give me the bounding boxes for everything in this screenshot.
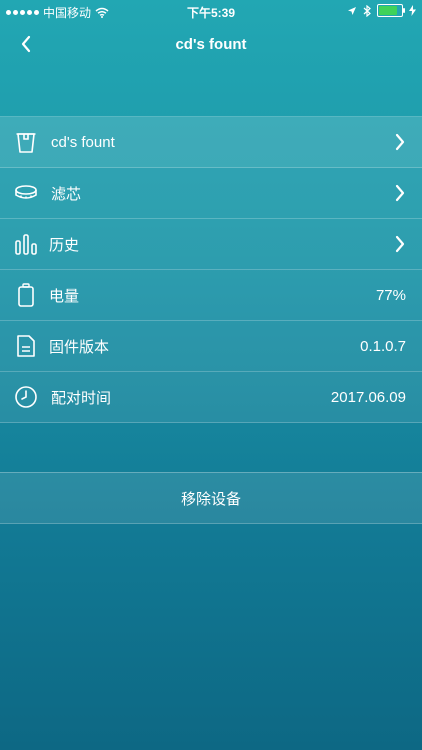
row-device-name[interactable]: cd's fount: [0, 117, 422, 168]
battery-fill: [379, 6, 397, 15]
chevron-right-icon: [395, 235, 405, 253]
battery-icon: [18, 283, 34, 307]
bluetooth-icon: [363, 4, 371, 17]
nav-bar: cd's fount: [0, 22, 422, 66]
row-label-pair-time: 配对时间: [51, 389, 112, 407]
battery-level-value: 77%: [375, 286, 406, 304]
cup-icon: [16, 133, 36, 153]
page-title: cd's fount: [175, 36, 247, 53]
chevron-right-icon: [395, 133, 405, 151]
row-label-battery: 电量: [49, 287, 80, 305]
row-label-history: 历史: [49, 236, 80, 254]
row-label-filter: 滤芯: [51, 185, 82, 203]
document-icon: [17, 335, 35, 357]
row-firmware: 固件版本 0.1.0.7: [0, 321, 422, 372]
battery-indicator-icon: [377, 4, 405, 17]
remove-device-label: 移除设备: [180, 490, 241, 508]
pair-time-value: 2017.06.09: [330, 388, 406, 406]
remove-device-button[interactable]: 移除设备: [0, 472, 422, 524]
charging-bolt-icon: [409, 5, 416, 16]
status-right: [347, 4, 416, 17]
row-pair-time: 配对时间 2017.06.09: [0, 372, 422, 423]
filter-icon: [15, 185, 37, 199]
row-label-device-name: cd's fount: [51, 133, 115, 151]
row-history[interactable]: 历史: [0, 219, 422, 270]
row-label-firmware: 固件版本: [49, 338, 110, 356]
device-settings-list: cd's fount 滤芯 历史 电量 77% 固件版本 0.1.0.7 配对时…: [0, 116, 422, 423]
battery-tip: [403, 8, 405, 13]
status-bar: 中国移动 下午5:39: [0, 0, 422, 22]
row-filter[interactable]: 滤芯: [0, 168, 422, 219]
location-arrow-icon: [348, 6, 356, 15]
chevron-right-icon: [395, 184, 405, 202]
row-battery: 电量 77%: [0, 270, 422, 321]
clock-icon: [15, 386, 37, 408]
firmware-version-value: 0.1.0.7: [360, 337, 406, 355]
bar-chart-icon: [15, 234, 37, 255]
